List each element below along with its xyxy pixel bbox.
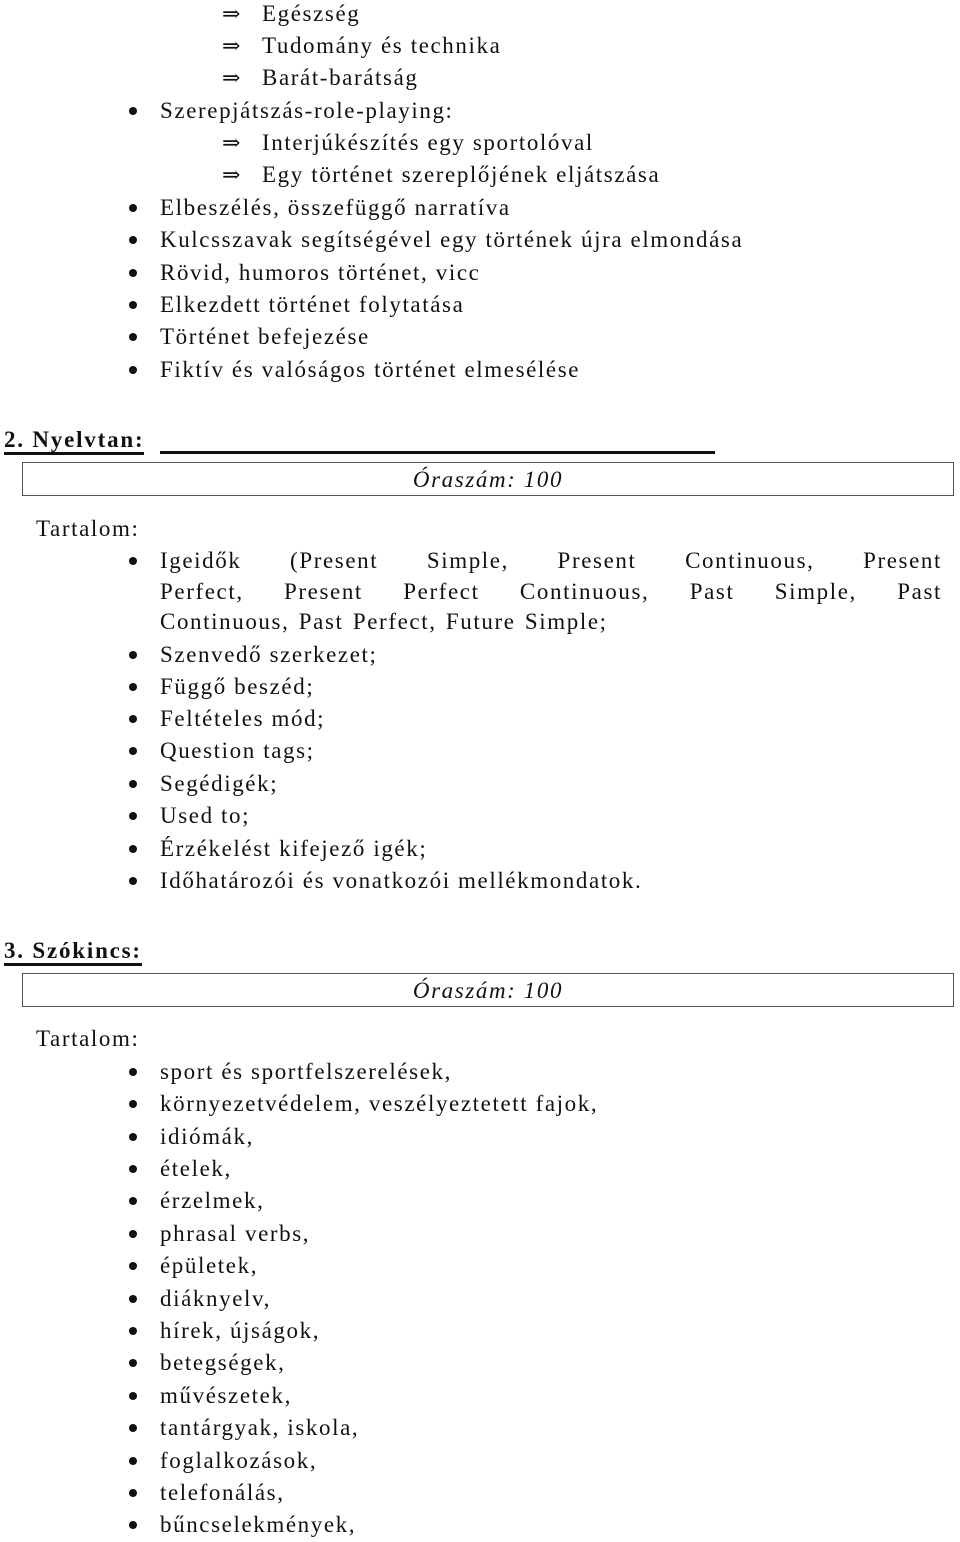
section-heading: 3. Szókincs: — [4, 938, 142, 966]
double-arrow-right-icon: ⇒ — [222, 65, 243, 90]
list-item-label: Érzékelést kifejező igék; — [160, 836, 428, 861]
bullet-icon — [129, 747, 137, 755]
bullet-icon — [129, 1359, 137, 1367]
list-item-label: betegségek, — [160, 1350, 286, 1375]
bullet-icon — [129, 366, 137, 374]
bullet-icon — [129, 1521, 137, 1529]
list-item-label: foglalkozások, — [160, 1448, 318, 1473]
sub-list-item-label: Barát-barátság — [262, 65, 419, 90]
bullet-icon — [129, 107, 137, 115]
list-item-label: telefonálás, — [160, 1480, 285, 1505]
bullet-icon — [129, 780, 137, 788]
bullet-icon — [129, 1068, 137, 1076]
sub-list-item-label: Interjúkészítés egy sportolóval — [262, 130, 594, 155]
list-item-label: Segédigék; — [160, 771, 279, 796]
section-heading-text: 2. Nyelvtan: — [4, 428, 145, 455]
list-item-label: Kulcsszavak segítségével egy történek új… — [160, 227, 744, 252]
hours-label: Óraszám: 100 — [412, 978, 564, 1003]
bullet-icon — [129, 1295, 137, 1303]
bullet-icon — [129, 1457, 137, 1465]
bullet-icon — [129, 1197, 137, 1205]
list-item-label: Question tags; — [160, 738, 315, 763]
double-arrow-right-icon: ⇒ — [222, 162, 243, 187]
bullet-icon — [129, 715, 137, 723]
hours-box: Óraszám: 100 — [22, 973, 954, 1007]
bullet-icon — [129, 845, 137, 853]
bullet-icon — [129, 1230, 137, 1238]
list-item-label: Fiktív és valóságos történet elmesélése — [160, 357, 581, 382]
content-label: Tartalom: — [36, 1026, 140, 1051]
list-item-label: Időhatározói és vonatkozói mellékmondato… — [160, 868, 643, 893]
bullet-icon — [129, 812, 137, 820]
list-item-label: Történet befejezése — [160, 324, 370, 349]
list-item-label: Szerepjátszás-role-playing: — [160, 98, 454, 123]
list-item-label: bűncselekmények, — [160, 1512, 357, 1537]
list-item-label: sport és sportfelszerelések, — [160, 1059, 452, 1084]
list-item-label: Rövid, humoros történet, vicc — [160, 260, 481, 285]
text-line: Perfect, Present Perfect Continuous, Pas… — [160, 578, 942, 604]
list-item-label: tantárgyak, iskola, — [160, 1415, 360, 1440]
section-heading: 2. Nyelvtan: — [4, 427, 145, 455]
double-arrow-right-icon: ⇒ — [222, 130, 243, 155]
list-item-label: diáknyelv, — [160, 1286, 271, 1311]
text-line: Continuous, Past Perfect, Future Simple; — [160, 609, 608, 634]
double-arrow-right-icon: ⇒ — [222, 1, 243, 26]
list-item-label: Függő beszéd; — [160, 674, 315, 699]
bullet-icon — [129, 301, 137, 309]
list-item-label: érzelmek, — [160, 1188, 265, 1213]
list-item-label: Used to; — [160, 803, 251, 828]
list-item-label: phrasal verbs, — [160, 1221, 311, 1246]
list-item-label: Szenvedő szerkezet; — [160, 642, 378, 667]
sub-list-item-label: Tudomány és technika — [262, 33, 502, 58]
bullet-icon — [129, 204, 137, 212]
bullet-icon — [129, 1133, 137, 1141]
bullet-icon — [129, 236, 137, 244]
list-item-label: művészetek, — [160, 1383, 292, 1408]
list-item-label: idiómák, — [160, 1124, 254, 1149]
list-item-label: ételek, — [160, 1156, 232, 1181]
bullet-icon — [129, 269, 137, 277]
list-item-label: épületek, — [160, 1253, 259, 1278]
section-heading-text: 3. Szókincs: — [4, 939, 142, 966]
bullet-icon — [129, 1165, 137, 1173]
list-item-label: környezetvédelem, veszélyeztetett fajok, — [160, 1091, 599, 1116]
bullet-icon — [129, 1327, 137, 1335]
sub-list-item-label: Egészség — [262, 1, 361, 26]
bullet-icon — [129, 1424, 137, 1432]
hours-label: Óraszám: 100 — [412, 467, 564, 492]
bullet-icon — [129, 651, 137, 659]
list-item-label: Elkezdett történet folytatása — [160, 292, 465, 317]
bullet-icon — [129, 1489, 137, 1497]
text-line: Igeidők (Present Simple, Present Continu… — [160, 548, 942, 573]
bullet-icon — [129, 683, 137, 691]
list-item-label: Elbeszélés, összefüggő narratíva — [160, 195, 511, 220]
content-label: Tartalom: — [36, 516, 140, 541]
bullet-icon — [129, 557, 137, 565]
bullet-icon — [129, 877, 137, 885]
bullet-icon — [129, 333, 137, 341]
list-item-label: hírek, újságok, — [160, 1318, 321, 1343]
bullet-icon — [129, 1392, 137, 1400]
sub-list-item-label: Egy történet szereplőjének eljátszása — [262, 162, 661, 187]
list-item-label-multiline: Igeidők (Present Simple, Present Continu… — [160, 546, 942, 638]
hours-box: Óraszám: 100 — [22, 462, 954, 496]
heading-underline-rule — [160, 451, 715, 454]
bullet-icon — [129, 1262, 137, 1270]
bullet-icon — [129, 1100, 137, 1108]
double-arrow-right-icon: ⇒ — [222, 33, 243, 58]
list-item-label: Feltételes mód; — [160, 706, 326, 731]
